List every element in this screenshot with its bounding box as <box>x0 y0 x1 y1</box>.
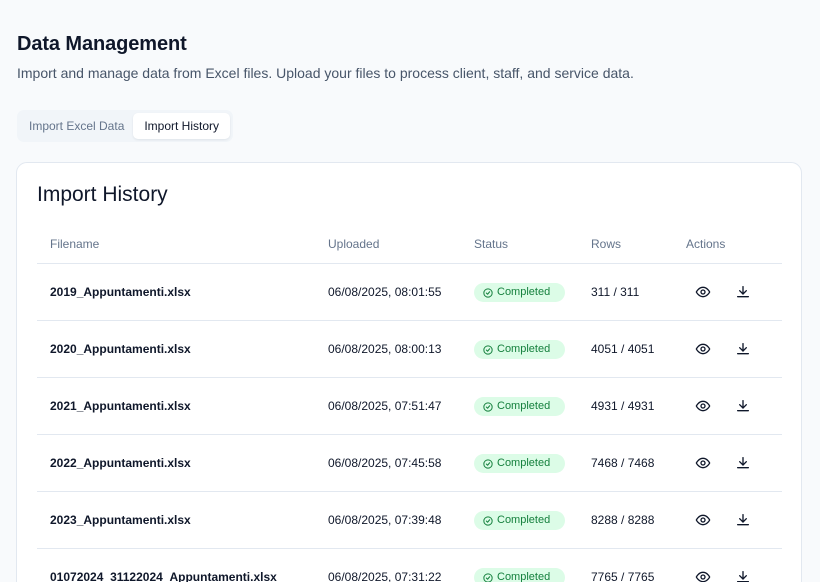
check-circle-icon <box>483 458 497 469</box>
status-label: Completed <box>497 514 551 526</box>
eye-icon[interactable] <box>695 284 711 300</box>
filename-cell: 01072024_31122024_Appuntamenti.xlsx <box>50 570 277 582</box>
check-circle-icon <box>483 344 497 355</box>
check-circle-icon <box>483 287 497 298</box>
rows-cell: 311 / 311 <box>591 285 640 299</box>
status-badge: Completed <box>474 283 565 302</box>
check-circle-icon <box>483 572 497 582</box>
status-badge: Completed <box>474 340 565 359</box>
page-title: Data Management <box>17 33 187 55</box>
status-badge: Completed <box>474 454 565 473</box>
status-badge: Completed <box>474 511 565 530</box>
table-row: 2021_Appuntamenti.xlsx 06/08/2025, 07:51:… <box>37 378 782 435</box>
rows-cell: 4051 / 4051 <box>591 342 655 356</box>
filename-cell: 2020_Appuntamenti.xlsx <box>50 342 191 356</box>
column-header-actions: Actions <box>686 237 726 251</box>
column-header-uploaded: Uploaded <box>328 237 380 251</box>
status-label: Completed <box>497 343 551 355</box>
tab-import-excel-data[interactable]: Import Excel Data <box>20 113 133 139</box>
page-subtitle: Import and manage data from Excel files.… <box>17 65 634 81</box>
status-label: Completed <box>497 571 551 582</box>
download-icon[interactable] <box>735 455 751 471</box>
eye-icon[interactable] <box>695 398 711 414</box>
download-icon[interactable] <box>735 569 751 582</box>
download-icon[interactable] <box>735 341 751 357</box>
status-badge: Completed <box>474 397 565 416</box>
check-circle-icon <box>483 515 497 526</box>
table-header: Filename Uploaded Status Rows Actions <box>37 225 782 264</box>
filename-cell: 2019_Appuntamenti.xlsx <box>50 285 191 299</box>
uploaded-cell: 06/08/2025, 07:39:48 <box>328 513 442 527</box>
eye-icon[interactable] <box>695 512 711 528</box>
status-label: Completed <box>497 400 551 412</box>
eye-icon[interactable] <box>695 341 711 357</box>
filename-cell: 2022_Appuntamenti.xlsx <box>50 456 191 470</box>
download-icon[interactable] <box>735 284 751 300</box>
column-header-filename: Filename <box>50 237 100 251</box>
rows-cell: 8288 / 8288 <box>591 513 655 527</box>
table-row: 2022_Appuntamenti.xlsx 06/08/2025, 07:45:… <box>37 435 782 492</box>
card-title: Import History <box>37 183 168 206</box>
filename-cell: 2023_Appuntamenti.xlsx <box>50 513 191 527</box>
uploaded-cell: 06/08/2025, 07:51:47 <box>328 399 442 413</box>
uploaded-cell: 06/08/2025, 08:00:13 <box>328 342 442 356</box>
uploaded-cell: 06/08/2025, 07:31:22 <box>328 570 442 582</box>
uploaded-cell: 06/08/2025, 08:01:55 <box>328 285 442 299</box>
rows-cell: 7468 / 7468 <box>591 456 655 470</box>
import-history-card: Import History Filename Uploaded Status … <box>16 162 802 582</box>
uploaded-cell: 06/08/2025, 07:45:58 <box>328 456 442 470</box>
table-row: 01072024_31122024_Appuntamenti.xlsx 06/08… <box>37 549 782 582</box>
tab-import-history[interactable]: Import History <box>133 113 230 139</box>
eye-icon[interactable] <box>695 455 711 471</box>
rows-cell: 7765 / 7765 <box>591 570 655 582</box>
check-circle-icon <box>483 401 497 412</box>
status-label: Completed <box>497 457 551 469</box>
column-header-status: Status <box>474 237 509 251</box>
table-row: 2023_Appuntamenti.xlsx 06/08/2025, 07:39:… <box>37 492 782 549</box>
column-header-rows: Rows <box>591 237 622 251</box>
tab-list: Import Excel Data Import History <box>17 110 233 142</box>
status-badge: Completed <box>474 568 565 582</box>
import-history-table: Filename Uploaded Status Rows Actions 20… <box>37 225 782 582</box>
table-row: 2020_Appuntamenti.xlsx 06/08/2025, 08:00:… <box>37 321 782 378</box>
download-icon[interactable] <box>735 512 751 528</box>
table-row: 2019_Appuntamenti.xlsx 06/08/2025, 08:01:… <box>37 264 782 321</box>
table-body: 2019_Appuntamenti.xlsx 06/08/2025, 08:01:… <box>37 264 782 582</box>
status-label: Completed <box>497 286 551 298</box>
filename-cell: 2021_Appuntamenti.xlsx <box>50 399 191 413</box>
eye-icon[interactable] <box>695 569 711 582</box>
download-icon[interactable] <box>735 398 751 414</box>
rows-cell: 4931 / 4931 <box>591 399 655 413</box>
